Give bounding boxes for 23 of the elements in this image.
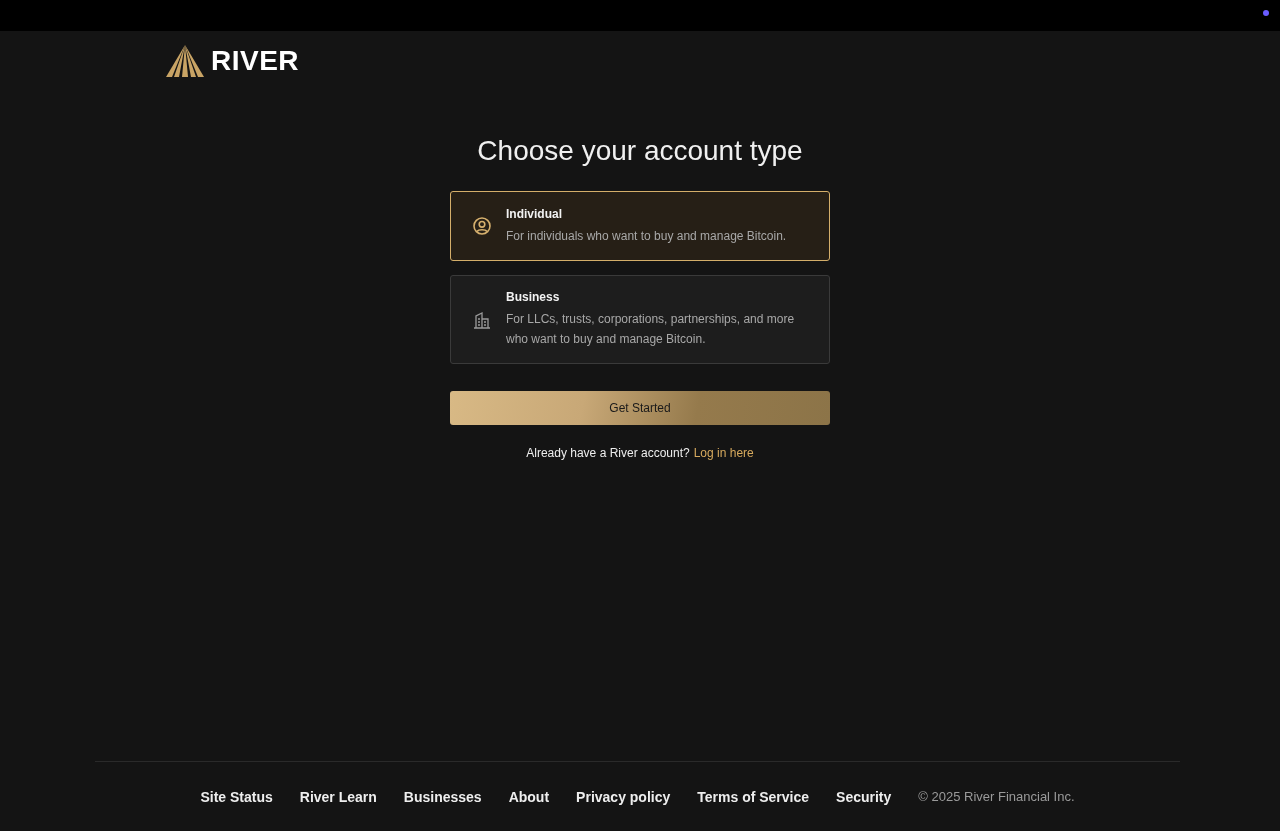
login-prompt: Already have a River account? <box>526 446 690 460</box>
option-title: Business <box>506 290 561 304</box>
footer-link[interactable]: Security <box>836 788 892 805</box>
footer-link[interactable]: Terms of Service <box>697 788 810 805</box>
page-title: Choose your account type <box>477 135 803 167</box>
dot-icon <box>1263 10 1269 16</box>
footer-link[interactable]: Businesses <box>403 788 482 805</box>
copyright-text: © 2025 River Financial Inc. <box>918 789 1075 804</box>
user-icon <box>473 217 491 235</box>
login-link[interactable]: Log in here <box>693 446 754 460</box>
get-started-button[interactable]: Get Started <box>450 391 830 425</box>
account-type-option[interactable]: Business For LLCs, trusts, corporations, partnerships, and more who want to buy and manage Bitcoin. <box>450 275 830 364</box>
logo-icon <box>166 45 204 77</box>
option-title: Individual <box>506 206 563 221</box>
footer-link[interactable]: River Learn <box>299 788 377 805</box>
option-description: For individuals who want to buy and manage Bitcoin. <box>506 227 787 245</box>
option-description: For LLCs, trusts, corporations, partnerships, and more who want to buy and manage Bitcoin. <box>506 311 796 348</box>
logo-text[interactable]: RIVER <box>211 45 300 77</box>
footer-link[interactable]: About <box>508 788 550 805</box>
account-type-option[interactable]: Individual For individuals who want to buy and manage Bitcoin. <box>450 191 830 261</box>
building-icon <box>473 310 491 329</box>
footer-link[interactable]: Site Status <box>200 788 273 805</box>
footer-link[interactable]: Privacy policy <box>576 788 671 805</box>
